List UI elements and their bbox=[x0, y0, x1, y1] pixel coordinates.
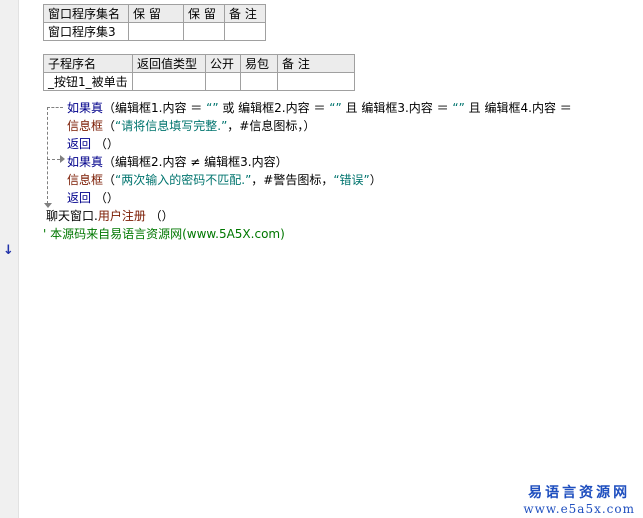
sub-name-cell[interactable]: _按钮1_被单击 bbox=[43, 72, 133, 91]
code-text: 且 编辑框3.内容 ＝ bbox=[341, 101, 453, 115]
code-text: ，#警告图标， bbox=[251, 173, 334, 187]
keyword-return: 返回 bbox=[67, 137, 92, 151]
flow-line bbox=[47, 107, 63, 108]
string-literal: “两次输入的密码不匹配.” bbox=[115, 173, 252, 187]
code-text: （ bbox=[103, 119, 116, 133]
code-text: （） bbox=[91, 191, 119, 205]
public-cell[interactable] bbox=[205, 72, 241, 91]
keyword-if-true: 如果真 bbox=[67, 155, 104, 169]
code-line-1[interactable]: 如果真（编辑框1.内容 ＝ “” 或 编辑框2.内容 ＝ “” 且 编辑框3.内… bbox=[67, 99, 572, 116]
window-assembly-table: 窗口程序集名 保 留 保 留 备 注 窗口程序集3 bbox=[43, 4, 266, 41]
flow-line bbox=[47, 159, 60, 160]
code-line-5[interactable]: 信息框（“两次输入的密码不匹配.”，#警告图标，“错误”） bbox=[67, 171, 382, 188]
assembly-name-cell[interactable]: 窗口程序集3 bbox=[43, 22, 129, 41]
code-text: （编辑框2.内容 ≠ 编辑框3.内容） bbox=[103, 155, 288, 169]
string-literal: “” bbox=[206, 101, 219, 115]
code-line-6[interactable]: 返回 （） bbox=[67, 189, 119, 206]
code-text: 或 编辑框2.内容 ＝ bbox=[218, 101, 330, 115]
reserved-cell-1[interactable] bbox=[128, 22, 184, 41]
flow-arrow-icon bbox=[60, 155, 65, 163]
string-literal: “请将信息填写完整.” bbox=[115, 119, 228, 133]
watermark-title: 易语言资源网 bbox=[528, 485, 631, 501]
current-line-arrow-icon: ↓ bbox=[3, 243, 14, 258]
code-text: ，#信息图标，） bbox=[227, 119, 316, 133]
code-line-7[interactable]: 聊天窗口.用户注册 （） bbox=[46, 207, 174, 224]
header-reserved-2: 保 留 bbox=[183, 4, 225, 23]
header-sub-remark: 备 注 bbox=[277, 54, 355, 73]
reserved-cell-2[interactable] bbox=[183, 22, 225, 41]
function-msgbox: 信息框 bbox=[67, 119, 104, 133]
code-text: （ bbox=[103, 173, 116, 187]
code-text: （） bbox=[145, 209, 174, 223]
string-literal: “” bbox=[452, 101, 465, 115]
header-assembly-name: 窗口程序集名 bbox=[43, 4, 129, 23]
flow-line bbox=[47, 107, 48, 204]
keyword-return: 返回 bbox=[67, 191, 92, 205]
header-public: 公开 bbox=[205, 54, 241, 73]
string-literal: “错误” bbox=[333, 173, 370, 187]
code-line-2[interactable]: 信息框（“请将信息填写完整.”，#信息图标，） bbox=[67, 117, 315, 134]
subroutine-table: 子程序名 返回值类型 公开 易包 备 注 _按钮1_被单击 bbox=[43, 54, 355, 91]
header-return-type: 返回值类型 bbox=[132, 54, 206, 73]
header-sub-name: 子程序名 bbox=[43, 54, 133, 73]
string-literal: “” bbox=[329, 101, 342, 115]
object-name: 聊天窗口. bbox=[46, 209, 98, 223]
code-line-3[interactable]: 返回 （） bbox=[67, 135, 119, 152]
header-remark: 备 注 bbox=[224, 4, 266, 23]
code-line-4[interactable]: 如果真（编辑框2.内容 ≠ 编辑框3.内容） bbox=[67, 153, 288, 170]
line-gutter: ↓ bbox=[0, 0, 19, 518]
code-text: （编辑框1.内容 ＝ bbox=[103, 101, 207, 115]
sub-remark-cell[interactable] bbox=[277, 72, 355, 91]
keyword-if-true: 如果真 bbox=[67, 101, 104, 115]
site-watermark: 易语言资源网 www.e5a5x.com bbox=[523, 482, 635, 516]
code-text: ） bbox=[369, 173, 382, 187]
header-package: 易包 bbox=[240, 54, 278, 73]
code-text: 且 编辑框4.内容 ＝ bbox=[464, 101, 572, 115]
header-reserved-1: 保 留 bbox=[128, 4, 184, 23]
method-name: 用户注册 bbox=[97, 209, 146, 223]
code-text: （） bbox=[91, 137, 119, 151]
watermark-url: www.e5a5x.com bbox=[523, 502, 635, 516]
package-cell[interactable] bbox=[240, 72, 278, 91]
function-msgbox: 信息框 bbox=[67, 173, 104, 187]
remark-cell[interactable] bbox=[224, 22, 266, 41]
code-comment[interactable]: ' 本源码来自易语言资源网(www.5A5X.com) bbox=[43, 225, 285, 242]
return-type-cell[interactable] bbox=[132, 72, 206, 91]
